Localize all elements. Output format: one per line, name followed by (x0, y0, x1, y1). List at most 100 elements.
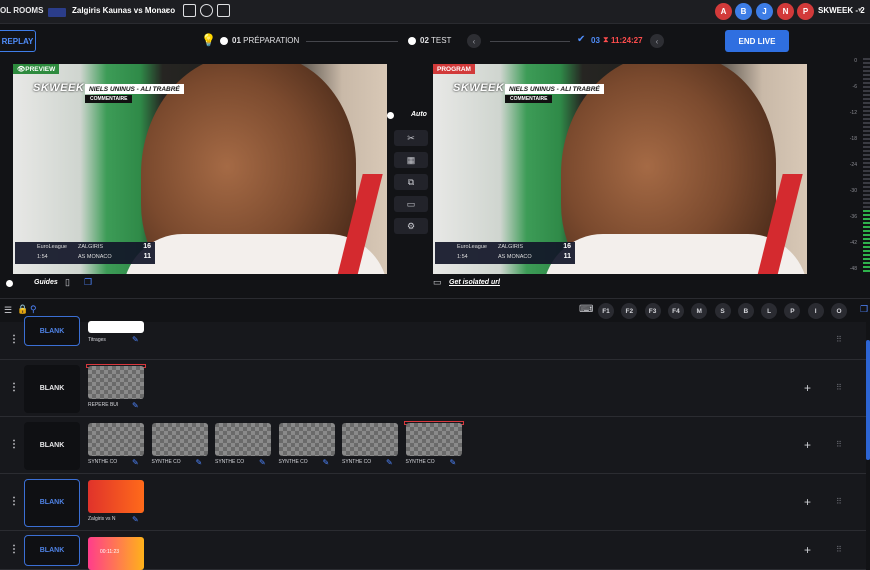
drag-handle-icon[interactable]: ⠿ (836, 335, 843, 344)
end-live-button[interactable]: END LIVE (725, 30, 789, 52)
edit-pencil-icon[interactable]: ✎ (323, 458, 330, 467)
row-menu-icon[interactable]: ⋮ (9, 544, 19, 555)
row-menu-icon[interactable]: ⋮ (9, 334, 19, 345)
meter-segment (863, 214, 870, 216)
mobile-icon[interactable]: ▯ (65, 277, 70, 288)
meter-segment (863, 90, 870, 92)
rundown-row[interactable]: ⋮ BLANK SYNTHE CO ✎ SYNTHE CO ✎ SYNTHE CO ✎ SYNT… (0, 417, 866, 474)
grid-view-icon[interactable]: ▦ (394, 152, 428, 168)
edit-pencil-icon[interactable]: ✎ (450, 458, 457, 467)
scoreboard: EuroLeague ZALGIRIS AS MONACO 1:54 16 11 (435, 242, 575, 264)
row-menu-icon[interactable]: ⋮ (9, 382, 19, 393)
graphic-thumbnail[interactable] (88, 423, 144, 456)
layers-icon[interactable]: ❐ (84, 277, 92, 288)
fkey-s-button[interactable]: S (714, 303, 731, 319)
graphic-thumbnail[interactable] (88, 321, 144, 333)
blank-slot[interactable]: BLANK (24, 364, 80, 413)
add-graphic-button[interactable]: + (804, 381, 811, 395)
avatar-a[interactable]: A (715, 3, 732, 20)
blank-slot[interactable]: BLANK (24, 535, 80, 566)
keyboard-icon[interactable]: ⌨ (579, 304, 593, 315)
rundown-row[interactable]: ⋮BLANKTitrages✎+⠿ (0, 316, 866, 360)
fkey-f2-button[interactable]: F2 (621, 303, 638, 319)
grid-icon[interactable] (217, 4, 230, 17)
edit-pencil-icon[interactable]: ✎ (196, 458, 203, 467)
edit-pencil-icon[interactable]: ✎ (132, 401, 139, 410)
rundown-row[interactable]: ⋮ BLANK 00:11:23 + ⠿ (0, 531, 866, 570)
calendar-icon[interactable] (183, 4, 196, 17)
isolated-url-link[interactable]: Get isolated url (449, 279, 500, 286)
fkey-i-button[interactable]: I (807, 303, 824, 319)
program-monitor: PROGRAM SKWEEK NIELS UNINUS - ALI TRABRÉ… (433, 64, 807, 274)
meter-segment (863, 242, 870, 244)
scrollbar[interactable] (866, 340, 870, 460)
fkey-f3-button[interactable]: F3 (644, 303, 661, 319)
game-clock: 1:54 (37, 254, 48, 260)
replay-button[interactable]: REPLAY (0, 30, 36, 52)
image-icon[interactable]: ▭ (394, 196, 428, 212)
graphic-thumbnail[interactable] (151, 423, 208, 456)
graphic-thumbnail[interactable] (88, 480, 144, 513)
chevron-down-icon[interactable]: ▾ (166, 6, 170, 14)
edit-pencil-icon[interactable]: ✎ (386, 458, 393, 467)
drag-handle-icon[interactable]: ⠿ (836, 383, 843, 392)
meter-segment (863, 194, 870, 196)
fkey-o-button[interactable]: O (831, 303, 847, 319)
globe-icon[interactable] (200, 4, 213, 17)
rooms-link[interactable]: OL ROOMS (0, 6, 43, 15)
add-graphic-button[interactable]: + (804, 543, 811, 557)
link-icon[interactable]: ⚲ (30, 304, 37, 315)
match-title[interactable]: Zalgiris Kaunas vs Monaco (72, 6, 175, 15)
rundown-row[interactable]: ⋮ BLANK REPERE BUI ✎ + ⠿ (0, 360, 866, 417)
avatar-j[interactable]: J (756, 3, 773, 20)
align-icon[interactable]: ☰ (4, 305, 12, 316)
preview-monitor[interactable]: 👁 PREVIEW SKWEEK NIELS UNINUS - ALI TRAB… (13, 64, 387, 274)
edit-pencil-icon[interactable]: ✎ (259, 458, 266, 467)
row-menu-icon[interactable]: ⋮ (9, 439, 19, 450)
step-preparation[interactable]: 01 PRÉPARATION (232, 36, 299, 45)
rundown-row[interactable]: ⋮ BLANK Zalgiris vs N ✎ + ⠿ (0, 474, 866, 531)
edit-pencil-icon[interactable]: ✎ (132, 458, 139, 467)
meter-segment (863, 218, 870, 220)
graphic-thumbnail[interactable] (278, 423, 335, 456)
drag-handle-icon[interactable]: ⠿ (836, 497, 843, 506)
meter-segment (863, 82, 870, 84)
meter-tick-label: -24 (849, 162, 857, 168)
graphic-thumbnail[interactable] (405, 423, 462, 456)
edit-pencil-icon[interactable]: ✎ (132, 515, 139, 524)
avatar-n[interactable]: N (777, 3, 794, 20)
blank-slot[interactable]: BLANK (24, 421, 80, 470)
fkey-l-button[interactable]: L (761, 303, 778, 319)
next-step-button[interactable]: ‹ (650, 34, 664, 48)
drag-handle-icon[interactable]: ⠿ (836, 440, 843, 449)
hourglass-icon: ⧗ (603, 35, 609, 44)
avatar-b[interactable]: B (735, 3, 752, 20)
fkey-f1-button[interactable]: F1 (598, 303, 614, 319)
meter-segment (863, 254, 870, 256)
meter-segment (863, 150, 870, 152)
add-graphic-button[interactable]: + (804, 495, 811, 509)
edit-pencil-icon[interactable]: ✎ (132, 335, 139, 344)
sliders-icon[interactable]: ⧉ (394, 174, 428, 190)
step-test[interactable]: 02 TEST (420, 36, 451, 45)
meter-tick-label: -30 (849, 188, 857, 194)
row-menu-icon[interactable]: ⋮ (9, 496, 19, 507)
graphic-thumbnail[interactable] (215, 423, 271, 456)
layers-icon[interactable]: ❐ (860, 304, 868, 315)
fkey-p-button[interactable]: P (784, 303, 801, 319)
cut-icon[interactable]: ✂ (394, 130, 428, 146)
prev-step-button[interactable]: ‹ (467, 34, 481, 48)
drag-handle-icon[interactable]: ⠿ (836, 545, 843, 554)
fkey-b-button[interactable]: B (737, 303, 754, 319)
fkey-f4-button[interactable]: F4 (667, 303, 684, 319)
avatar-p[interactable]: P (797, 3, 814, 20)
lock-icon[interactable]: 🔒 (17, 304, 28, 315)
blank-slot[interactable]: BLANK (24, 478, 80, 527)
gear-icon[interactable]: ⚙ (394, 218, 428, 234)
graphic-thumbnail[interactable] (88, 366, 144, 399)
graphic-thumbnail[interactable] (342, 423, 398, 456)
chevron-down-icon[interactable]: ▾ (858, 6, 862, 14)
fkey-m-button[interactable]: M (691, 303, 708, 319)
add-graphic-button[interactable]: + (804, 438, 811, 452)
blank-slot[interactable]: BLANK (24, 316, 80, 346)
